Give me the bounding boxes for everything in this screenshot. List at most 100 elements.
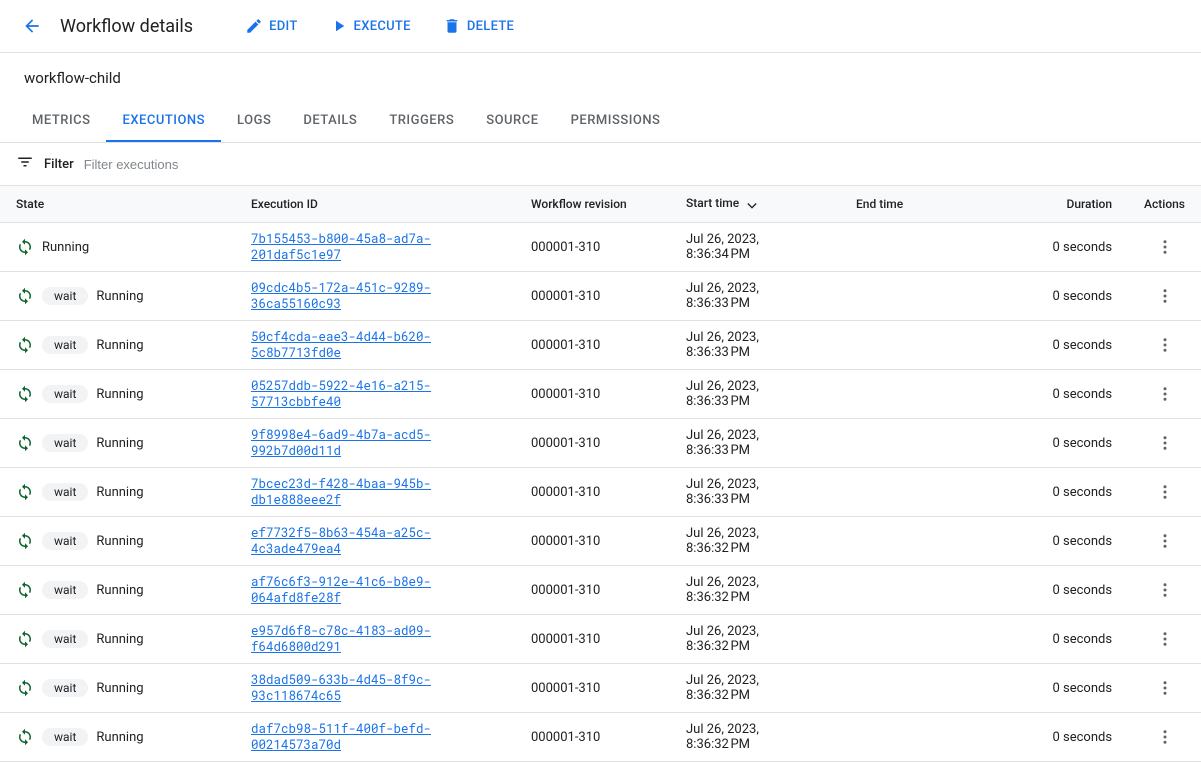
state-text: Running <box>96 289 143 304</box>
col-actions[interactable]: Actions <box>1128 186 1201 223</box>
revision-cell: 000001-310 <box>515 615 670 664</box>
pencil-icon <box>245 17 263 35</box>
running-icon <box>16 483 34 501</box>
duration-cell: 0 seconds <box>995 419 1128 468</box>
table-row: waitRunninge957d6f8-c78c-4183-ad09-f64d6… <box>0 615 1201 664</box>
start-time-cell: Jul 26, 2023, 8:36:32 PM <box>670 664 840 713</box>
back-arrow-icon[interactable] <box>16 10 48 42</box>
revision-cell: 000001-310 <box>515 272 670 321</box>
state-cell: waitRunning <box>16 728 219 746</box>
end-time-cell <box>840 419 995 468</box>
tab-executions[interactable]: EXECUTIONS <box>106 101 221 142</box>
running-icon <box>16 434 34 452</box>
end-time-cell <box>840 664 995 713</box>
execution-id-link[interactable]: ef7732f5-8b63-454a-a25c-4c3ade479ea4 <box>251 525 431 557</box>
wait-chip: wait <box>42 336 88 354</box>
running-icon <box>16 287 34 305</box>
delete-button[interactable]: DELETE <box>439 11 518 41</box>
execution-id-link[interactable]: 50cf4cda-eae3-4d44-b620-5c8b7713fd0e <box>251 329 431 361</box>
delete-label: DELETE <box>467 19 514 34</box>
end-time-cell <box>840 321 995 370</box>
wait-chip: wait <box>42 630 88 648</box>
more-vert-icon[interactable] <box>1152 479 1178 505</box>
running-icon <box>16 581 34 599</box>
col-revision[interactable]: Workflow revision <box>515 186 670 223</box>
tab-triggers[interactable]: TRIGGERS <box>373 101 470 142</box>
end-time-cell <box>840 566 995 615</box>
duration-cell: 0 seconds <box>995 272 1128 321</box>
more-vert-icon[interactable] <box>1152 577 1178 603</box>
more-vert-icon[interactable] <box>1152 724 1178 750</box>
col-start-time[interactable]: Start time <box>670 186 840 223</box>
state-text: Running <box>96 730 143 745</box>
more-vert-icon[interactable] <box>1152 283 1178 309</box>
duration-cell: 0 seconds <box>995 321 1128 370</box>
execution-id-link[interactable]: af76c6f3-912e-41c6-b8e9-064afd8fe28f <box>251 574 431 606</box>
start-time-cell: Jul 26, 2023, 8:36:33 PM <box>670 321 840 370</box>
revision-cell: 000001-310 <box>515 664 670 713</box>
tab-metrics[interactable]: METRICS <box>16 101 106 142</box>
execution-id-link[interactable]: 7b155453-b800-45a8-ad7a-201daf5c1e97 <box>251 231 431 263</box>
table-row: waitRunningef7732f5-8b63-454a-a25c-4c3ad… <box>0 517 1201 566</box>
execute-label: EXECUTE <box>354 19 411 34</box>
revision-cell: 000001-310 <box>515 713 670 762</box>
revision-cell: 000001-310 <box>515 468 670 517</box>
start-time-cell: Jul 26, 2023, 8:36:32 PM <box>670 615 840 664</box>
edit-button[interactable]: EDIT <box>241 11 301 41</box>
running-icon <box>16 679 34 697</box>
tab-permissions[interactable]: PERMISSIONS <box>555 101 677 142</box>
tab-details[interactable]: DETAILS <box>287 101 373 142</box>
more-vert-icon[interactable] <box>1152 675 1178 701</box>
start-time-cell: Jul 26, 2023, 8:36:32 PM <box>670 713 840 762</box>
table-row: waitRunning09cdc4b5-172a-451c-9289-36ca5… <box>0 272 1201 321</box>
state-text: Running <box>96 534 143 549</box>
state-text: Running <box>96 583 143 598</box>
execution-id-link[interactable]: daf7cb98-511f-400f-befd-00214573a70d <box>251 721 431 753</box>
running-icon <box>16 630 34 648</box>
edit-label: EDIT <box>269 19 297 34</box>
header-actions: EDIT EXECUTE DELETE <box>241 11 518 41</box>
table-header-row: State Execution ID Workflow revision Sta… <box>0 186 1201 223</box>
state-text: Running <box>96 485 143 500</box>
wait-chip: wait <box>42 679 88 697</box>
execution-id-link[interactable]: 09cdc4b5-172a-451c-9289-36ca55160c93 <box>251 280 431 312</box>
revision-cell: 000001-310 <box>515 566 670 615</box>
more-vert-icon[interactable] <box>1152 430 1178 456</box>
execution-id-link[interactable]: 7bcec23d-f428-4baa-945b-db1e888eee2f <box>251 476 431 508</box>
duration-cell: 0 seconds <box>995 223 1128 272</box>
wait-chip: wait <box>42 581 88 599</box>
end-time-cell <box>840 713 995 762</box>
start-time-cell: Jul 26, 2023, 8:36:32 PM <box>670 517 840 566</box>
state-cell: waitRunning <box>16 434 219 452</box>
tab-logs[interactable]: LOGS <box>221 101 287 142</box>
wait-chip: wait <box>42 483 88 501</box>
more-vert-icon[interactable] <box>1152 234 1178 260</box>
trash-icon <box>443 17 461 35</box>
col-state[interactable]: State <box>0 186 235 223</box>
tab-source[interactable]: SOURCE <box>470 101 554 142</box>
revision-cell: 000001-310 <box>515 517 670 566</box>
state-cell: wait Running <box>16 483 219 501</box>
running-icon <box>16 728 34 746</box>
more-vert-icon[interactable] <box>1152 381 1178 407</box>
more-vert-icon[interactable] <box>1152 528 1178 554</box>
state-cell: Running <box>16 238 219 256</box>
execution-id-link[interactable]: e957d6f8-c78c-4183-ad09-f64d6800d291 <box>251 623 431 655</box>
filter-icon <box>16 153 34 175</box>
execution-id-link[interactable]: 9f8998e4-6ad9-4b7a-acd5-992b7d00d11d <box>251 427 431 459</box>
col-end-time[interactable]: End time <box>840 186 995 223</box>
filter-input[interactable] <box>84 157 1185 172</box>
col-execution-id[interactable]: Execution ID <box>235 186 515 223</box>
col-duration[interactable]: Duration <box>995 186 1128 223</box>
duration-cell: 0 seconds <box>995 566 1128 615</box>
state-text: Running <box>42 240 89 255</box>
execution-id-link[interactable]: 05257ddb-5922-4e16-a215-57713cbbfe40 <box>251 378 431 410</box>
workflow-name: workflow-child <box>0 53 1201 101</box>
more-vert-icon[interactable] <box>1152 626 1178 652</box>
state-cell: waitRunning <box>16 385 219 403</box>
start-time-cell: Jul 26, 2023, 8:36:33 PM <box>670 468 840 517</box>
execution-id-link[interactable]: 38dad509-633b-4d45-8f9c-93c118674c65 <box>251 672 431 704</box>
more-vert-icon[interactable] <box>1152 332 1178 358</box>
execute-button[interactable]: EXECUTE <box>326 11 415 41</box>
table-row: wait Running 7bcec23d-f428-4baa-945b-db1e8… <box>0 468 1201 517</box>
